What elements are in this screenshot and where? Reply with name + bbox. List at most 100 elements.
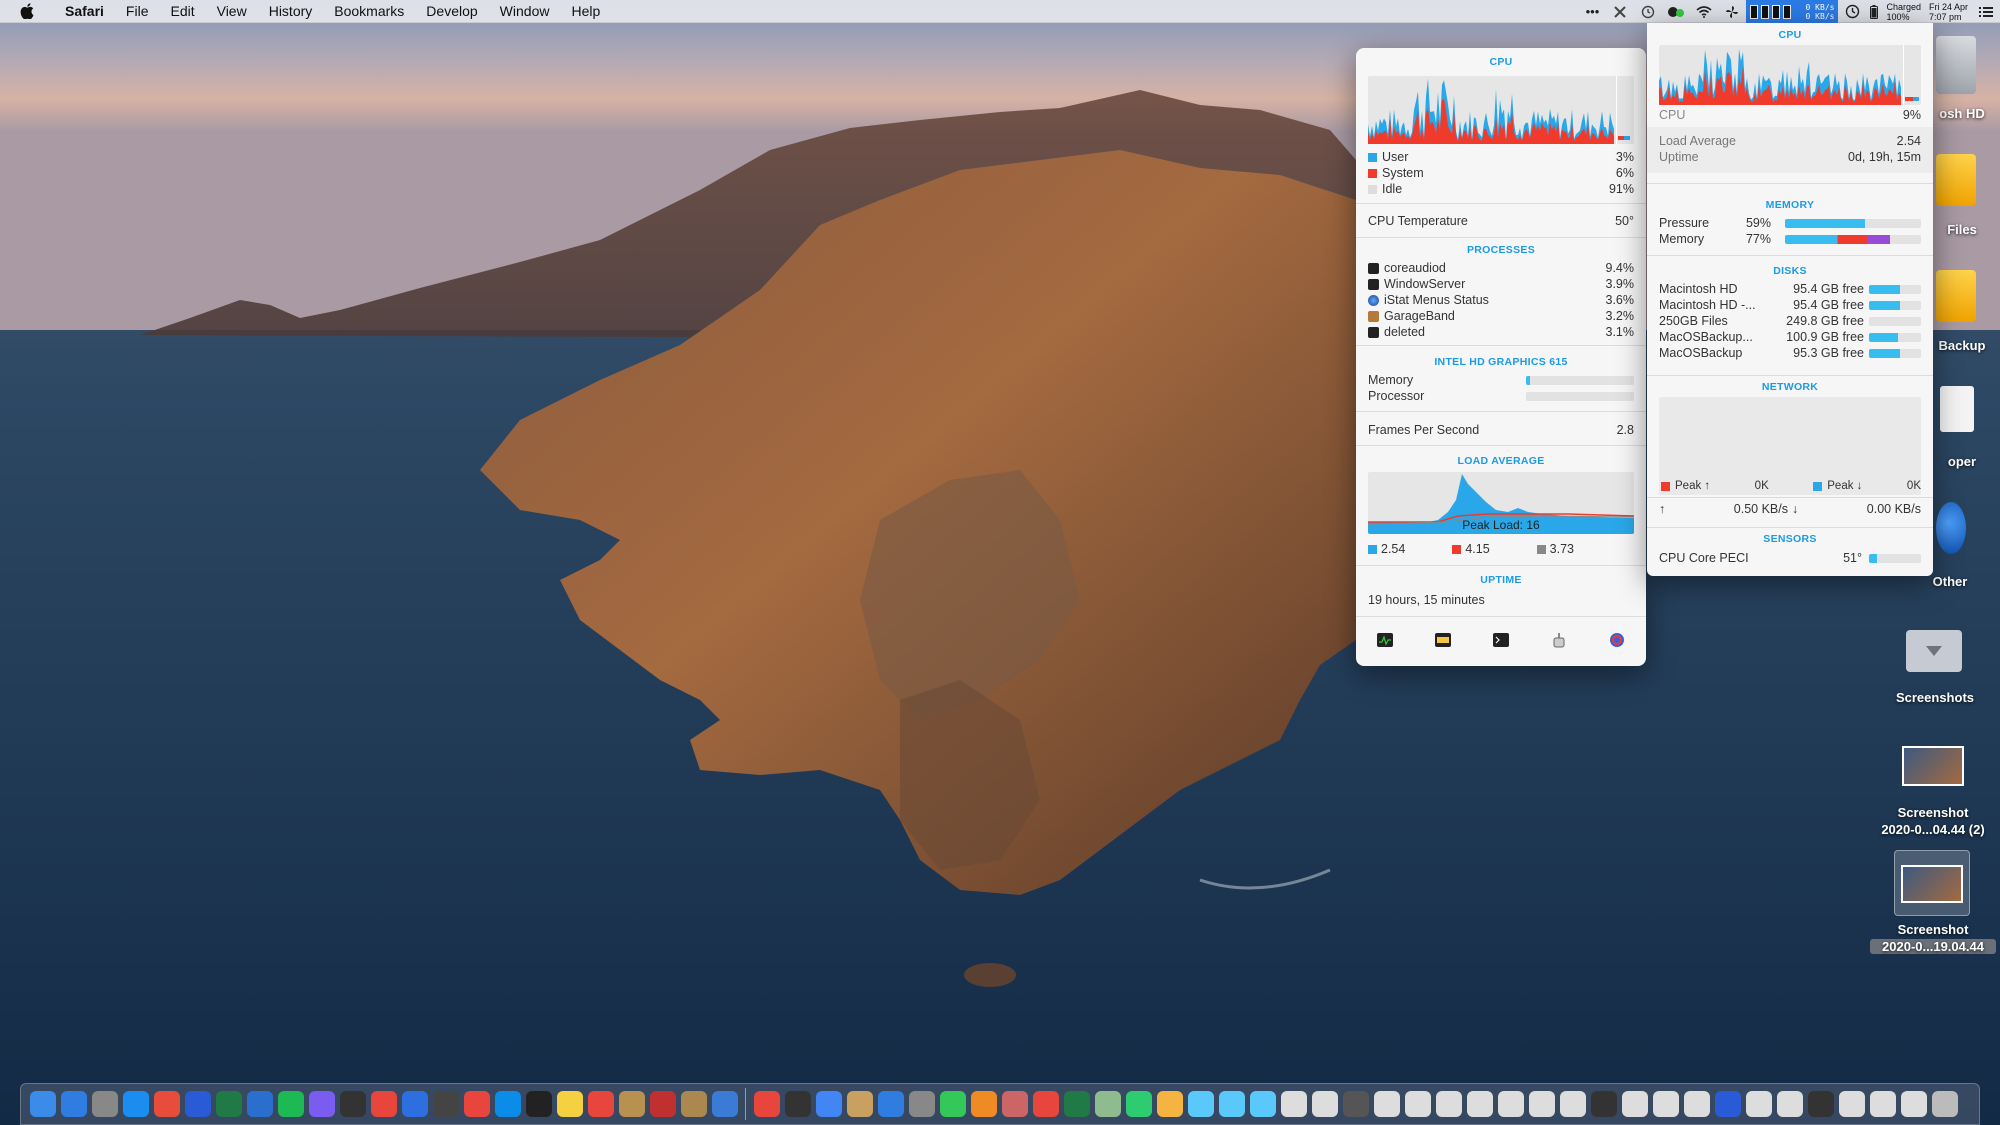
dock-app-icon[interactable]: [1836, 1089, 1867, 1120]
desktop-icon-screenshot[interactable]: Screenshot 2020-0...19.04.44: [1866, 848, 2000, 958]
dock-app-icon[interactable]: [1340, 1089, 1371, 1120]
messages-status-icon[interactable]: [1662, 0, 1690, 23]
dock-app-icon[interactable]: [751, 1089, 782, 1120]
notification-center-icon[interactable]: [1972, 0, 2000, 23]
dock-app-icon[interactable]: [1805, 1089, 1836, 1120]
dock-app-icon[interactable]: [275, 1089, 306, 1120]
dock-app-icon[interactable]: [1371, 1089, 1402, 1120]
menu-history[interactable]: History: [258, 0, 324, 23]
desktop-icon-files[interactable]: Files: [1932, 150, 2000, 240]
dock-app-icon[interactable]: [647, 1089, 678, 1120]
activity-monitor-icon[interactable]: [1376, 631, 1394, 649]
dock-app-icon[interactable]: [1526, 1089, 1557, 1120]
dock-app-icon[interactable]: [27, 1089, 58, 1120]
wifi-icon[interactable]: [1690, 0, 1718, 23]
dock-app-icon[interactable]: [1464, 1089, 1495, 1120]
dock-app-icon[interactable]: [1123, 1089, 1154, 1120]
dock-app-icon[interactable]: [1681, 1089, 1712, 1120]
console-icon[interactable]: [1550, 631, 1568, 649]
dock-app-icon[interactable]: [1061, 1089, 1092, 1120]
dock-app-icon[interactable]: [906, 1089, 937, 1120]
dock-app-icon[interactable]: [554, 1089, 585, 1120]
time-machine-icon[interactable]: [1634, 0, 1662, 23]
apple-menu-icon[interactable]: [20, 3, 40, 19]
dock-app-icon[interactable]: [1092, 1089, 1123, 1120]
desktop-icon-macintosh-hd[interactable]: osh HD: [1932, 30, 2000, 121]
dock-app-icon[interactable]: [1929, 1089, 1960, 1120]
desktop-icon-screenshots[interactable]: Screenshots: [1880, 626, 1990, 706]
disk-row[interactable]: MacOSBackup... 100.9 GB free: [1659, 329, 1921, 345]
process-row[interactable]: iStat Menus Status 3.6%: [1368, 292, 1634, 308]
dock-app-icon[interactable]: [337, 1089, 368, 1120]
dock-app-icon[interactable]: [1712, 1089, 1743, 1120]
dock-app-icon[interactable]: [461, 1089, 492, 1120]
istat-settings-icon[interactable]: [1608, 631, 1626, 649]
dock-app-icon[interactable]: [1743, 1089, 1774, 1120]
disk-row[interactable]: Macintosh HD 95.4 GB free: [1659, 281, 1921, 297]
dock-app-icon[interactable]: [1309, 1089, 1340, 1120]
menu-file[interactable]: File: [115, 0, 160, 23]
more-icon[interactable]: •••: [1578, 0, 1606, 23]
dock-app-icon[interactable]: [1774, 1089, 1805, 1120]
dock-app-icon[interactable]: [151, 1089, 182, 1120]
menu-view[interactable]: View: [206, 0, 258, 23]
app-menu-safari[interactable]: Safari: [54, 0, 115, 23]
dock-app-icon[interactable]: [430, 1089, 461, 1120]
dock-app-icon[interactable]: [1898, 1089, 1929, 1120]
dock-app-icon[interactable]: [1278, 1089, 1309, 1120]
dock-app-icon[interactable]: [813, 1089, 844, 1120]
dock-app-icon[interactable]: [1154, 1089, 1185, 1120]
menu-edit[interactable]: Edit: [159, 0, 205, 23]
process-row[interactable]: deleted 3.1%: [1368, 324, 1634, 340]
desktop-icon-backup[interactable]: Backup: [1932, 266, 2000, 356]
dock-app-icon[interactable]: [1650, 1089, 1681, 1120]
dock-app-icon[interactable]: [709, 1089, 740, 1120]
istat-menubar-strip[interactable]: 0 KB/s 0 KB/s: [1746, 0, 1839, 23]
dock-app-icon[interactable]: [58, 1089, 89, 1120]
dock-app-icon[interactable]: [1030, 1089, 1061, 1120]
disk-row[interactable]: MacOSBackup 95.3 GB free: [1659, 345, 1921, 361]
dock-app-icon[interactable]: [213, 1089, 244, 1120]
dock-app-icon[interactable]: [1185, 1089, 1216, 1120]
dock-app-icon[interactable]: [1247, 1089, 1278, 1120]
dock-app-icon[interactable]: [875, 1089, 906, 1120]
dock-app-icon[interactable]: [120, 1089, 151, 1120]
process-row[interactable]: coreaudiod 9.4%: [1368, 260, 1634, 276]
bartender-icon[interactable]: [1606, 0, 1634, 23]
dock-app-icon[interactable]: [968, 1089, 999, 1120]
dock-app-icon[interactable]: [244, 1089, 275, 1120]
dock-app-icon[interactable]: [492, 1089, 523, 1120]
system-info-icon[interactable]: [1434, 631, 1452, 649]
dock-app-icon[interactable]: [1216, 1089, 1247, 1120]
fan-icon[interactable]: [1718, 0, 1746, 23]
dock-app-icon[interactable]: [368, 1089, 399, 1120]
process-row[interactable]: GarageBand 3.2%: [1368, 308, 1634, 324]
dock-app-icon[interactable]: [782, 1089, 813, 1120]
menu-develop[interactable]: Develop: [415, 0, 488, 23]
dock-app-icon[interactable]: [306, 1089, 337, 1120]
menubar-clock[interactable]: Fri 24 Apr 7:07 pm: [1925, 2, 1972, 22]
dock-app-icon[interactable]: [937, 1089, 968, 1120]
dock-app-icon[interactable]: [399, 1089, 430, 1120]
battery-icon[interactable]: [1866, 0, 1882, 23]
disk-row[interactable]: 250GB Files 249.8 GB free: [1659, 313, 1921, 329]
terminal-icon[interactable]: [1492, 631, 1510, 649]
disk-row[interactable]: Macintosh HD -... 95.4 GB free: [1659, 297, 1921, 313]
dock-app-icon[interactable]: [1867, 1089, 1898, 1120]
dock-app-icon[interactable]: [1495, 1089, 1526, 1120]
dock-app-icon[interactable]: [1557, 1089, 1588, 1120]
menu-help[interactable]: Help: [560, 0, 611, 23]
dock-app-icon[interactable]: [182, 1089, 213, 1120]
dock-app-icon[interactable]: [585, 1089, 616, 1120]
dock-app-icon[interactable]: [1433, 1089, 1464, 1120]
clock-history-icon[interactable]: [1838, 0, 1866, 23]
dock-app-icon[interactable]: [1402, 1089, 1433, 1120]
menu-window[interactable]: Window: [489, 0, 561, 23]
process-row[interactable]: WindowServer 3.9%: [1368, 276, 1634, 292]
dock-app-icon[interactable]: [89, 1089, 120, 1120]
dock-app-icon[interactable]: [678, 1089, 709, 1120]
dock-app-icon[interactable]: [844, 1089, 875, 1120]
dock-app-icon[interactable]: [616, 1089, 647, 1120]
desktop-icon-screenshot-2[interactable]: Screenshot 2020-0...04.44 (2): [1866, 742, 2000, 842]
dock-app-icon[interactable]: [523, 1089, 554, 1120]
